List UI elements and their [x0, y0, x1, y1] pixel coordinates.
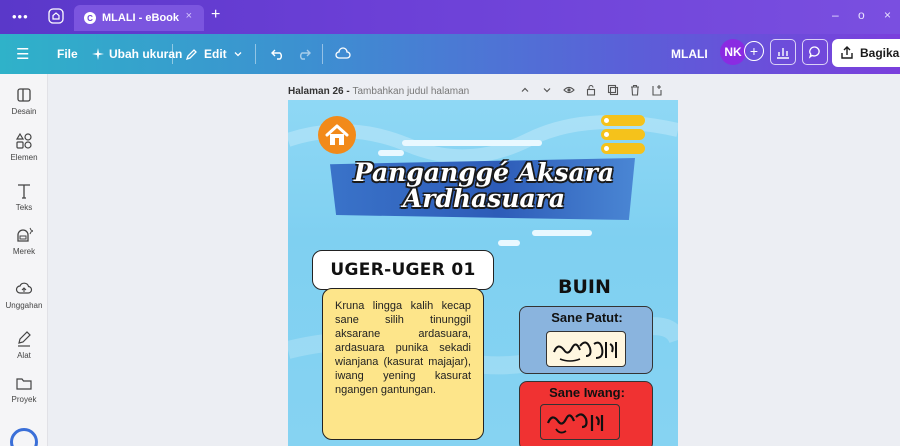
layout-icon — [17, 88, 31, 102]
shapes-icon — [15, 132, 32, 149]
decorative-line — [378, 150, 404, 156]
pencil-icon — [185, 48, 197, 60]
sidebar-item-label: Proyek — [11, 395, 37, 404]
toolbar-divider — [255, 44, 256, 64]
sidebar-item-merek[interactable]: Merek — [0, 226, 48, 256]
home-button[interactable] — [318, 116, 356, 154]
close-window-button[interactable]: × — [884, 8, 891, 22]
delete-icon[interactable] — [628, 83, 641, 97]
house-icon — [325, 124, 349, 145]
sidebar-item-label: Merek — [12, 247, 36, 256]
sidebar-item-teks[interactable]: Teks — [0, 182, 48, 212]
minimize-button[interactable]: – — [832, 8, 839, 22]
sidebar-item-alat[interactable]: Alat — [0, 330, 48, 360]
resize-button[interactable]: Ubah ukuran — [92, 34, 182, 74]
decorative-line — [402, 140, 542, 146]
decorative-pill — [601, 115, 645, 126]
toolbar-divider — [172, 44, 173, 64]
hamburger-menu-icon[interactable]: ☰ — [16, 34, 29, 74]
visibility-icon[interactable] — [562, 83, 575, 97]
project-name[interactable]: MLALI — [671, 34, 708, 74]
cloud-upload-icon — [15, 282, 33, 294]
brand-icon — [17, 227, 33, 242]
share-label: Bagikan — [860, 46, 900, 60]
rule-body[interactable]: Kruna lingga kalih kecap sane silih tinu… — [322, 288, 484, 440]
sidebar-item-desain[interactable]: Desain — [0, 86, 48, 116]
share-button[interactable]: Bagikan — [832, 39, 900, 67]
correct-script-image — [546, 331, 626, 367]
balinese-script-wrong — [546, 413, 604, 434]
sidebar-item-label: Unggahan — [5, 301, 43, 310]
browser-tab-bar: ••• C MLALI - eBook × + – o × — [0, 0, 900, 34]
text-icon — [18, 184, 30, 199]
bar-chart-icon — [777, 48, 789, 59]
redo-icon[interactable] — [297, 47, 311, 61]
undo-icon[interactable] — [271, 47, 285, 61]
duplicate-icon[interactable] — [606, 83, 619, 97]
user-avatar[interactable]: NK — [720, 39, 746, 65]
sidebar-item-proyek[interactable]: Proyek — [0, 374, 48, 404]
sidebar-item-label: Teks — [15, 203, 33, 212]
tab-title: MLALI - eBook — [102, 12, 179, 24]
comment-button[interactable] — [802, 39, 828, 65]
toolbar-divider — [322, 44, 323, 64]
add-member-button[interactable]: + — [744, 41, 764, 61]
decorative-line — [498, 240, 520, 246]
sidebar-item-label: Alat — [17, 351, 31, 360]
left-sidebar: Desain Elemen Teks Merek Unggahan Alat P… — [0, 74, 48, 446]
sparkle-icon — [92, 48, 104, 60]
wrong-example-box[interactable]: Sane Iwang: — [519, 381, 653, 446]
sidebar-item-elemen[interactable]: Elemen — [0, 132, 48, 162]
file-menu[interactable]: File — [57, 34, 78, 74]
edit-label: Edit — [204, 47, 227, 61]
insights-button[interactable] — [770, 39, 796, 65]
rule-heading[interactable]: UGER-UGER 01 — [312, 250, 494, 290]
chevron-down-icon — [234, 52, 242, 57]
share-upload-icon — [841, 46, 853, 59]
wrong-label: Sane Iwang: — [549, 385, 625, 400]
design-title-line1: Panganggé Aksara — [353, 158, 615, 187]
sidebar-item-unggahan[interactable]: Unggahan — [0, 280, 48, 310]
cloud-saved-icon[interactable] — [335, 46, 351, 62]
tab-close-icon[interactable]: × — [186, 10, 192, 22]
page-actions — [518, 83, 663, 97]
wrong-script-image — [540, 404, 620, 440]
pen-icon — [18, 331, 31, 347]
page-header: Halaman 26 - Tambahkan judul halaman — [288, 86, 469, 97]
new-tab-button[interactable]: + — [211, 6, 220, 24]
apps-icon[interactable] — [10, 428, 38, 446]
sidebar-item-label: Elemen — [10, 153, 38, 162]
folder-icon — [16, 378, 32, 390]
design-title[interactable]: Panganggé Aksara Ardhasuara — [328, 160, 640, 212]
add-page-icon[interactable] — [650, 83, 663, 97]
decorative-pill — [601, 129, 645, 140]
example-heading[interactable]: BUIN — [558, 276, 611, 298]
sidebar-item-label: Desain — [11, 107, 37, 116]
home-icon[interactable] — [47, 7, 65, 25]
page-title-input[interactable]: Tambahkan judul halaman — [352, 86, 469, 97]
canva-favicon-icon: C — [84, 12, 96, 24]
editor-toolbar: ☰ File Ubah ukuran Edit MLALI NK + Bagik… — [0, 34, 900, 74]
balinese-script-correct — [553, 341, 617, 362]
comment-icon — [808, 46, 820, 59]
design-page[interactable]: Panganggé Aksara Ardhasuara UGER-UGER 01… — [288, 100, 678, 446]
move-up-icon[interactable] — [518, 83, 531, 97]
design-title-line2: Ardhasuara — [402, 184, 566, 213]
browser-tab-active[interactable]: C MLALI - eBook × — [74, 5, 204, 31]
lock-icon[interactable] — [584, 83, 597, 97]
correct-example-box[interactable]: Sane Patut: — [519, 306, 653, 374]
maximize-button[interactable]: o — [858, 8, 865, 22]
browser-menu-button[interactable]: ••• — [12, 9, 29, 24]
correct-label: Sane Patut: — [551, 310, 623, 325]
move-down-icon[interactable] — [540, 83, 553, 97]
edit-menu[interactable]: Edit — [185, 34, 243, 74]
page-number-label: Halaman 26 - — [288, 86, 353, 97]
decorative-line — [532, 230, 592, 236]
decorative-pill — [601, 143, 645, 154]
